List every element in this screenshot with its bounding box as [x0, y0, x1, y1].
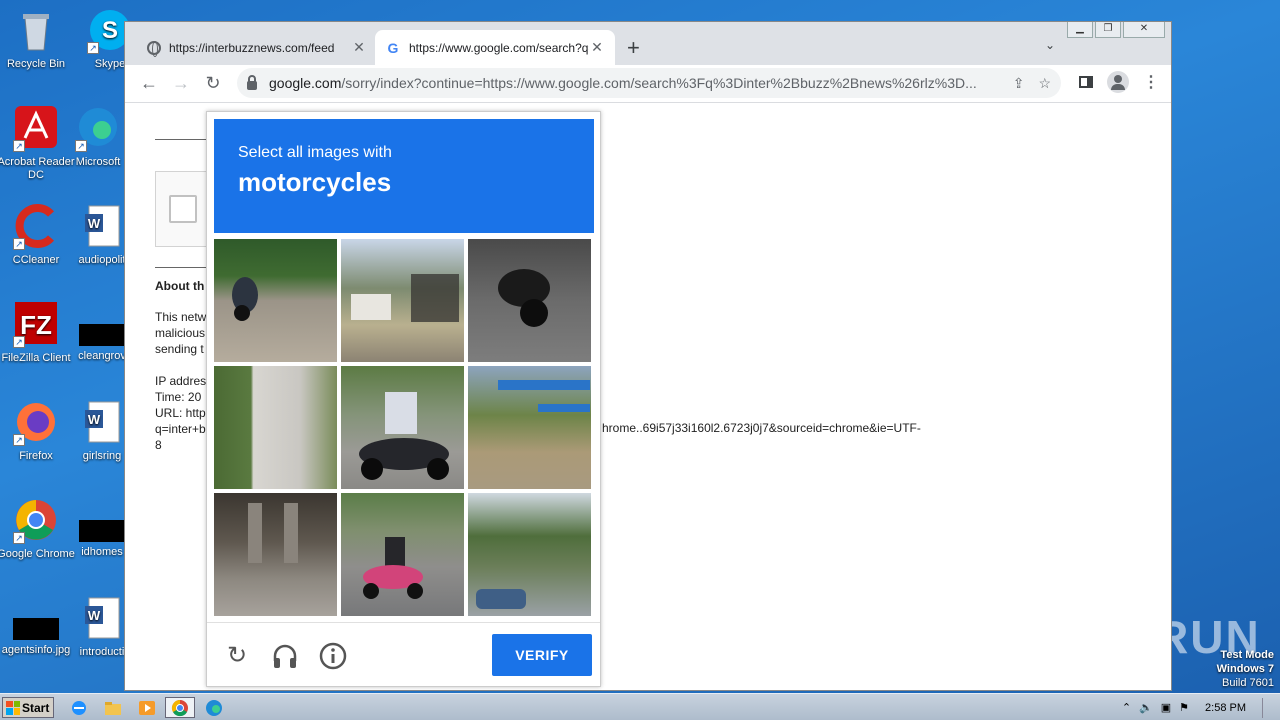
svg-text:S: S — [102, 17, 118, 44]
back-button[interactable]: ← — [133, 73, 165, 94]
info-line: q=inter+b — [155, 422, 206, 436]
tab-interbuzznews[interactable]: https://interbuzznews.com/feed ✕ — [137, 30, 377, 65]
challenge-target: motorcycles — [238, 167, 392, 197]
info-icon[interactable] — [318, 641, 348, 671]
windows-logo-icon — [6, 700, 20, 715]
show-desktop-button[interactable] — [1262, 697, 1274, 718]
profile-icon[interactable] — [1107, 71, 1129, 93]
tab-search-chevron-icon[interactable]: ⌄ — [1045, 38, 1055, 52]
para-line: sending t — [155, 342, 204, 356]
svg-text:W: W — [88, 608, 101, 623]
tile-scooter-rider[interactable] — [341, 366, 464, 489]
tab-strip: https://interbuzznews.com/feed ✕ G https… — [125, 22, 1171, 65]
new-tab-button[interactable]: + — [627, 35, 640, 61]
address-url[interactable]: google.com/sorry/index?continue=https://… — [269, 75, 999, 91]
chrome-icon — [171, 699, 188, 716]
redacted-file-icon — [13, 618, 59, 640]
internet-explorer-icon — [72, 700, 86, 715]
taskbar-internet-explorer[interactable] — [64, 697, 94, 718]
bookmark-star-icon[interactable]: ☆ — [1038, 75, 1051, 92]
firefox-icon: ↗ — [13, 400, 59, 446]
tile-market-stall[interactable] — [468, 366, 591, 489]
share-icon[interactable]: ⇪ — [1013, 75, 1025, 92]
test-mode-notice: Test Mode Windows 7 Build 7601 — [1216, 649, 1274, 689]
tab-close-icon[interactable]: ✕ — [351, 39, 367, 56]
taskbar-chrome[interactable] — [165, 697, 195, 718]
challenge-instruction: Select all images with — [238, 144, 392, 161]
globe-icon — [147, 40, 161, 57]
taskbar-media-player[interactable] — [132, 697, 162, 718]
chrome-icon: ↗ — [13, 498, 59, 544]
tile-white-gate[interactable] — [214, 366, 337, 489]
para-line: malicious — [155, 326, 206, 340]
tile-road-with-riders[interactable] — [214, 239, 337, 362]
word-document-icon: W — [79, 400, 125, 446]
minimize-button[interactable]: ▁ — [1067, 22, 1093, 38]
restore-button[interactable]: ❐ — [1095, 22, 1121, 38]
start-button[interactable]: Start — [2, 697, 54, 718]
acrobat-icon: ↗ — [13, 106, 59, 152]
edge-icon — [206, 699, 222, 716]
recaptcha-checkbox[interactable] — [169, 195, 197, 223]
action-center-flag-icon[interactable]: ⚑ — [1179, 701, 1189, 714]
folder-icon — [105, 701, 121, 715]
about-heading: About th — [155, 279, 205, 293]
tray-expand-icon[interactable]: ⌃ — [1122, 701, 1131, 714]
tile-bridge-underpass[interactable] — [214, 493, 337, 616]
media-player-icon — [139, 700, 155, 715]
tab-close-icon[interactable]: ✕ — [589, 39, 605, 56]
google-icon: G — [387, 39, 399, 56]
forward-button[interactable]: → — [165, 73, 197, 94]
url-tail-text: hrome..69i57j33i160l2.6723j0j7&sourceid=… — [602, 421, 921, 435]
address-bar[interactable]: google.com/sorry/index?continue=https://… — [237, 68, 1061, 98]
network-icon[interactable]: ▣ — [1161, 701, 1171, 714]
info-line: URL: http — [155, 406, 206, 420]
volume-icon[interactable]: 🔈 — [1139, 701, 1153, 714]
filezilla-icon: FZ ↗ — [13, 302, 59, 348]
system-tray: ⌃ 🔈 ▣ ⚑ 2:58 PM — [1122, 694, 1280, 720]
info-line: 8 — [155, 438, 162, 452]
tab-google-search[interactable]: G https://www.google.com/search?q= ✕ — [375, 30, 615, 65]
recaptcha-challenge: Select all images with motorcycles ↻ VER… — [206, 111, 601, 687]
audio-challenge-icon[interactable] — [270, 641, 300, 671]
info-line: IP addres — [155, 374, 207, 388]
clock[interactable]: 2:58 PM — [1205, 702, 1246, 714]
ccleaner-icon: ↗ — [13, 204, 59, 250]
info-line: Time: 20 — [155, 390, 202, 404]
challenge-header: Select all images with motorcycles — [214, 119, 594, 233]
redacted-file-icon — [79, 520, 125, 542]
lock-icon[interactable] — [247, 74, 257, 90]
tile-pink-scooter-rider[interactable] — [341, 493, 464, 616]
svg-text:W: W — [88, 412, 101, 427]
svg-text:W: W — [88, 216, 101, 231]
verify-button[interactable]: VERIFY — [492, 634, 592, 676]
para-line: This netw — [155, 310, 207, 324]
word-document-icon: W — [79, 596, 125, 642]
tile-parked-motorcycle[interactable] — [468, 239, 591, 362]
tile-yard-with-cart[interactable] — [341, 239, 464, 362]
browser-toolbar: ← → ↻ google.com/sorry/index?continue=ht… — [125, 65, 1171, 103]
desktop-icon-recycle-bin[interactable]: Recycle Bin — [0, 8, 76, 71]
window-controls: ▁ ❐ ✕ — [1067, 22, 1165, 38]
challenge-footer: ↻ VERIFY — [207, 622, 600, 686]
reload-button[interactable]: ↻ — [197, 73, 229, 94]
side-panel-icon[interactable] — [1079, 76, 1093, 88]
close-window-button[interactable]: ✕ — [1123, 22, 1165, 38]
menu-kebab-icon[interactable]: ⋮ — [1143, 72, 1159, 92]
taskbar: Start ⌃ 🔈 ▣ ⚑ 2:58 PM — [0, 693, 1280, 720]
reload-challenge-icon[interactable]: ↻ — [222, 641, 252, 671]
toolbar-right: ⋮ — [1079, 71, 1159, 93]
tile-street-trees-car[interactable] — [468, 493, 591, 616]
redacted-file-icon — [79, 324, 125, 346]
taskbar-edge[interactable] — [199, 697, 229, 718]
taskbar-explorer[interactable] — [98, 697, 128, 718]
word-document-icon: W — [79, 204, 125, 250]
edge-icon: ↗ — [75, 106, 121, 152]
recycle-bin-icon — [13, 8, 59, 54]
